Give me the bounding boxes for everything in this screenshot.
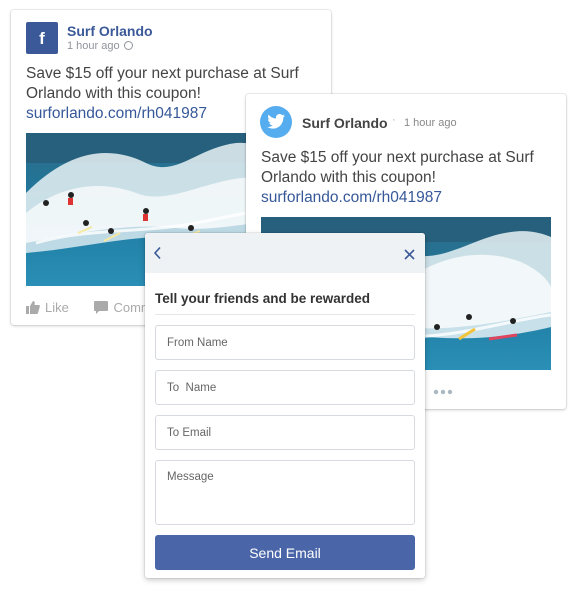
- twitter-post-link[interactable]: surforlando.com/rh041987: [261, 188, 556, 208]
- modal-header: [145, 233, 425, 273]
- message-textarea[interactable]: [155, 460, 415, 525]
- like-button[interactable]: Like: [26, 300, 69, 315]
- more-options-icon[interactable]: [433, 384, 453, 398]
- twitter-separator: ·: [392, 114, 396, 126]
- twitter-post-text: Save $15 off your next purchase at Surf …: [261, 148, 556, 208]
- back-chevron-icon[interactable]: [153, 246, 162, 265]
- twitter-post-body: Save $15 off your next purchase at Surf …: [261, 149, 534, 186]
- send-email-button[interactable]: Send Email: [155, 535, 415, 570]
- to-email-input[interactable]: [155, 415, 415, 450]
- divider: [155, 314, 415, 315]
- twitter-post-time: 1 hour ago: [404, 117, 457, 129]
- comment-icon: [94, 301, 109, 314]
- like-label: Like: [45, 300, 69, 315]
- twitter-account-name[interactable]: Surf Orlando: [302, 115, 388, 131]
- modal-title: Tell your friends and be rewarded: [155, 291, 371, 306]
- facebook-logo-icon: f: [26, 22, 58, 54]
- facebook-time-text: 1 hour ago: [67, 40, 120, 52]
- facebook-page-name[interactable]: Surf Orlando: [67, 23, 153, 39]
- from-name-input[interactable]: [155, 325, 415, 360]
- twitter-bird-icon: [260, 106, 292, 138]
- close-icon[interactable]: [404, 247, 415, 265]
- share-modal: Tell your friends and be rewarded Send E…: [145, 233, 425, 578]
- to-name-input[interactable]: [155, 370, 415, 405]
- globe-icon: [123, 41, 133, 50]
- facebook-post-time: 1 hour ago: [67, 40, 133, 52]
- thumbs-up-icon: [26, 301, 40, 314]
